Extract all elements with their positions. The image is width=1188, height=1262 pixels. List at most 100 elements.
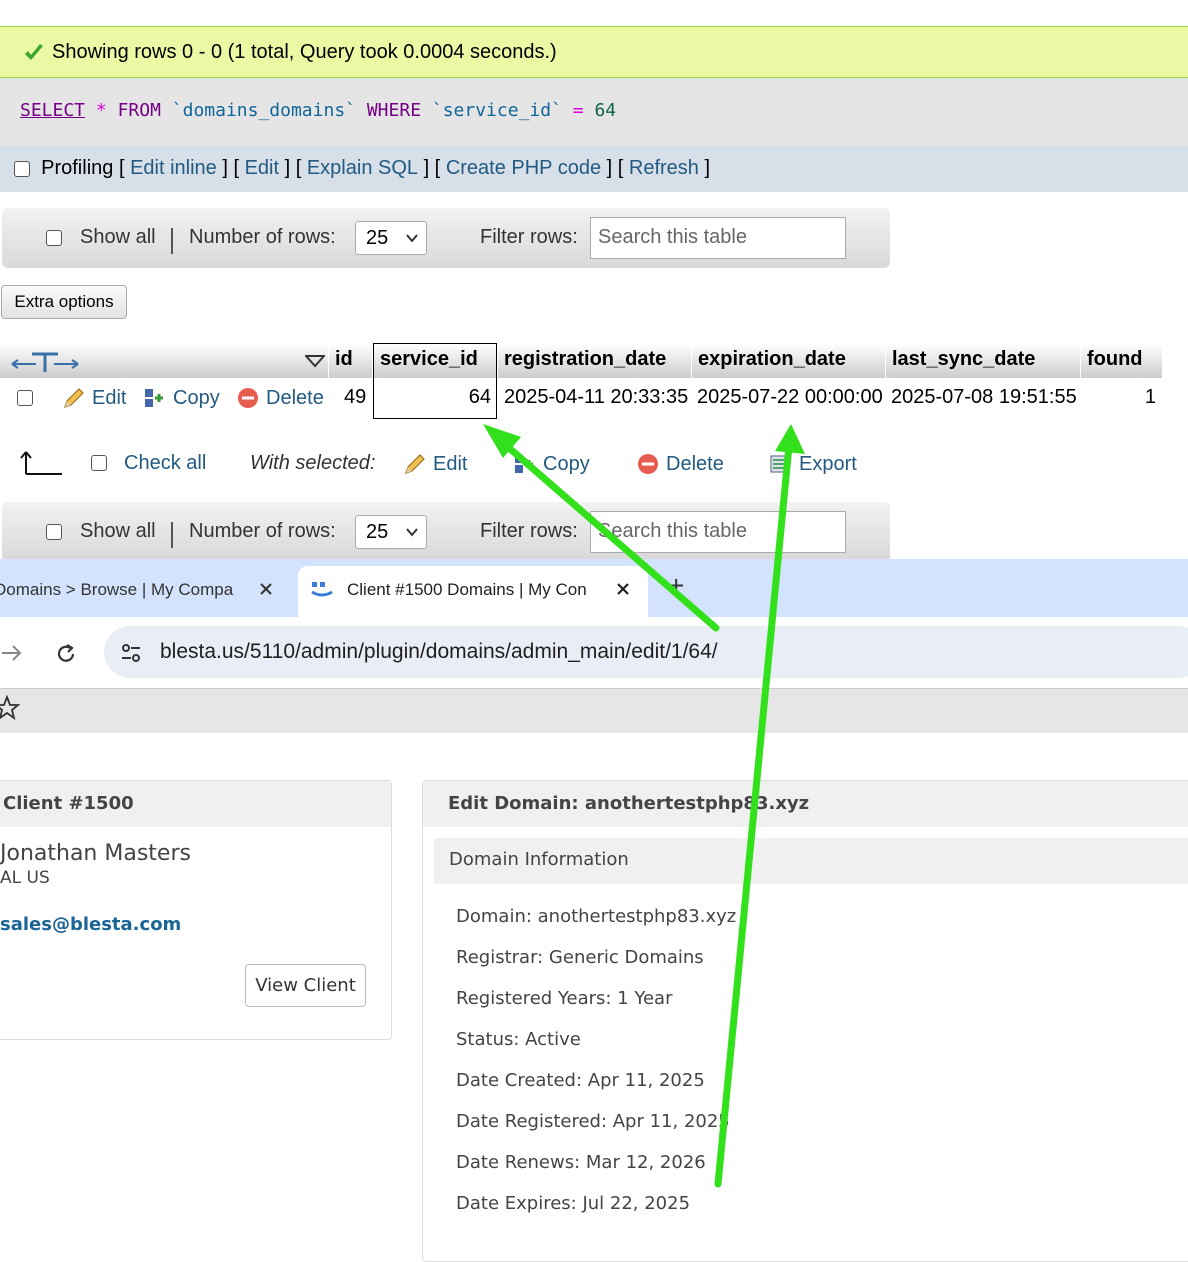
profiling-label: Profiling	[41, 157, 114, 179]
bulk-edit-button[interactable]: Edit	[403, 452, 467, 476]
active-tab[interactable]: Client #1500 Domains | My Con	[298, 566, 648, 618]
close-tab-icon[interactable]	[258, 581, 274, 597]
row-edit-label: Edit	[92, 386, 127, 409]
search-table-input[interactable]: Search this table	[590, 217, 846, 259]
rows-per-page-select-bottom[interactable]: 25	[355, 515, 427, 549]
divider	[171, 228, 173, 254]
sql-where: WHERE	[366, 100, 422, 121]
cell-found[interactable]: 1	[1130, 386, 1156, 409]
pencil-icon	[64, 388, 84, 408]
cell-last-sync-date[interactable]: 2025-07-08 19:51:55	[891, 386, 1077, 409]
cell-id[interactable]: 49	[344, 386, 366, 409]
sql-from: FROM	[117, 100, 161, 121]
reload-icon[interactable]	[54, 642, 78, 666]
sql-star: *	[95, 100, 107, 121]
explain-sql-link[interactable]: Explain SQL	[307, 157, 418, 180]
edit-link[interactable]: Edit	[245, 157, 279, 180]
number-of-rows-label-bottom: Number of rows:	[189, 520, 336, 542]
check-all-checkbox[interactable]	[91, 455, 107, 471]
pencil-icon	[405, 454, 425, 474]
rows-per-page-select[interactable]: 25	[355, 221, 427, 255]
export-icon	[770, 455, 790, 473]
cell-expiration-date[interactable]: 2025-07-22 00:00:00	[697, 386, 883, 409]
profiling-checkbox[interactable]	[14, 160, 30, 177]
delete-icon	[638, 454, 658, 474]
search-table-input-bottom[interactable]: Search this table	[590, 511, 846, 553]
bulk-delete-label: Delete	[666, 452, 724, 475]
client-panel-title: Client #1500	[3, 793, 134, 814]
cell-registration-date[interactable]: 2025-04-11 20:33:35	[504, 386, 688, 409]
info-status: Status: Active	[456, 1029, 581, 1050]
table-navigation-top: Show all Number of rows: 25 Filter rows:…	[2, 208, 890, 268]
results-table-header: id service_id registration_date expirati…	[0, 344, 1162, 378]
filter-rows-label: Filter rows:	[480, 226, 578, 248]
column-header-id[interactable]: id	[335, 348, 353, 371]
cell-service-id[interactable]: 64	[440, 386, 491, 409]
close-tab-icon[interactable]	[615, 581, 631, 597]
info-domain: Domain: anothertestphp83.xyz	[456, 906, 737, 927]
forward-arrow-icon[interactable]	[0, 642, 24, 664]
column-resize-arrows-icon[interactable]	[8, 350, 82, 374]
row-copy-link[interactable]: Copy	[143, 386, 220, 410]
check-all-label[interactable]: Check all	[124, 452, 206, 475]
info-date-expires: Date Expires: Jul 22, 2025	[456, 1193, 691, 1214]
bookmark-bar	[0, 688, 1188, 733]
column-header-expiration-date[interactable]: expiration_date	[698, 348, 846, 371]
success-text: Showing rows 0 - 0 (1 total, Query took …	[52, 41, 557, 63]
copy-icon	[145, 389, 163, 407]
info-registrar: Registrar: Generic Domains	[456, 947, 704, 968]
edit-inline-link[interactable]: Edit inline	[130, 157, 217, 180]
extra-options-button[interactable]: Extra options	[1, 285, 127, 319]
show-all-label-bottom: Show all	[80, 520, 156, 542]
info-registered-years: Registered Years: 1 Year	[456, 988, 673, 1009]
site-settings-icon[interactable]	[120, 642, 142, 664]
success-message: Showing rows 0 - 0 (1 total, Query took …	[0, 26, 1188, 78]
tab-domains-browse[interactable]: Domains > Browse | My Compa	[0, 580, 233, 600]
sort-dropdown-icon[interactable]	[305, 354, 325, 368]
sql-table: `domains_domains`	[171, 100, 356, 121]
client-name: Jonathan Masters	[0, 841, 191, 866]
row-delete-link[interactable]: Delete	[236, 386, 324, 410]
delete-icon	[238, 388, 258, 408]
show-all-checkbox[interactable]	[46, 230, 62, 246]
column-header-registration-date[interactable]: registration_date	[504, 348, 666, 371]
bulk-copy-button[interactable]: Copy	[513, 452, 590, 476]
client-email-link[interactable]: sales@blesta.com	[0, 914, 181, 935]
refresh-link[interactable]: Refresh	[629, 157, 699, 180]
domain-information-heading: Domain Information	[449, 849, 629, 870]
row-checkbox[interactable]	[17, 390, 33, 406]
table-navigation-bottom: Show all Number of rows: 25 Filter rows:…	[2, 502, 890, 559]
bulk-export-label: Export	[799, 452, 857, 475]
column-header-found[interactable]: found	[1087, 348, 1143, 371]
column-header-last-sync-date[interactable]: last_sync_date	[892, 348, 1035, 371]
with-selected-label: With selected:	[250, 452, 376, 474]
number-of-rows-label: Number of rows:	[189, 226, 336, 248]
bulk-export-button[interactable]: Export	[769, 452, 857, 476]
row-edit-link[interactable]: Edit	[62, 386, 126, 410]
copy-icon	[515, 455, 533, 473]
blesta-favicon-icon	[311, 582, 333, 597]
info-date-renews: Date Renews: Mar 12, 2026	[456, 1152, 706, 1173]
show-all-label: Show all	[80, 226, 156, 248]
bulk-delete-button[interactable]: Delete	[636, 452, 724, 476]
profiling-bar: Profiling [ Edit inline ] [ Edit ] [ Exp…	[0, 146, 1188, 192]
tab-client-domains-label: Client #1500 Domains | My Con	[347, 580, 587, 599]
new-tab-button[interactable]: +	[668, 570, 684, 602]
row-delete-label: Delete	[266, 386, 324, 409]
edit-domain-title: Edit Domain: anothertestphp83.xyz	[448, 793, 810, 814]
rows-per-page-value: 25	[366, 227, 389, 249]
view-client-button[interactable]: View Client	[245, 964, 366, 1007]
sql-query-box: SELECT * FROM `domains_domains` WHERE `s…	[0, 78, 1188, 146]
sql-select[interactable]: SELECT	[20, 100, 85, 121]
star-icon[interactable]	[0, 695, 20, 721]
sql-eq: =	[572, 100, 584, 121]
chevron-down-icon	[406, 528, 418, 537]
address-bar[interactable]: blesta.us/5110/admin/plugin/domains/admi…	[104, 626, 1188, 678]
rows-per-page-value-bottom: 25	[366, 521, 389, 543]
create-php-code-link[interactable]: Create PHP code	[446, 157, 601, 180]
show-all-checkbox-bottom[interactable]	[46, 524, 62, 540]
divider	[171, 522, 173, 548]
address-url: blesta.us/5110/admin/plugin/domains/admi…	[160, 640, 718, 663]
info-date-created: Date Created: Apr 11, 2025	[456, 1070, 705, 1091]
sql-query: SELECT * FROM `domains_domains` WHERE `s…	[20, 100, 616, 121]
